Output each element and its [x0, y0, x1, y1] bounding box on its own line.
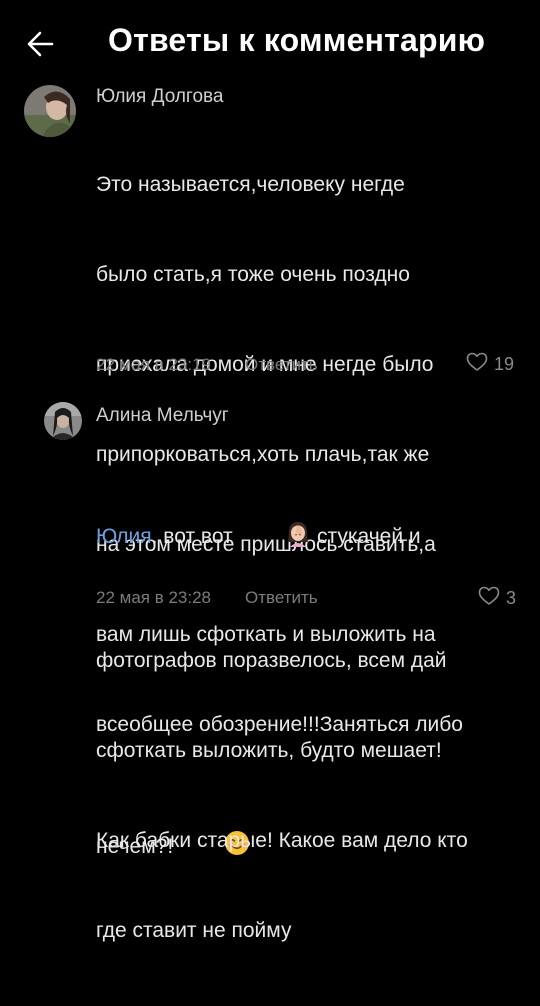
reply-button[interactable]: Ответить: [245, 588, 318, 608]
like-button[interactable]: 3: [478, 586, 517, 611]
comment-text-line-first: Юлия, вот вот стукачей и: [96, 489, 526, 586]
comment-text-line: Как бабки старые! Какое вам дело кто: [96, 829, 468, 852]
comment-author[interactable]: Алина Мельчуг: [96, 405, 229, 427]
heart-icon: [478, 586, 500, 611]
like-count: 3: [506, 587, 517, 608]
woman-facepalming-emoji: [239, 489, 312, 586]
comment-text: Юлия, вот вот стукачей и фотографов пора…: [96, 429, 526, 1006]
comment-text-line: фотографов поразвелось, всем дай: [96, 649, 447, 672]
mention-link[interactable]: Юлия: [96, 525, 152, 548]
comment-date: 22 мая в 23:28: [96, 588, 211, 607]
comment-item: Алина Мельчуг Юлия, вот вот стукачей и ф…: [0, 0, 540, 942]
comment-text-fragment: , вот вот: [151, 525, 239, 549]
comment-text-line: где ставит не пойму: [96, 919, 292, 942]
comment-text-fragment: стукачей и: [311, 525, 421, 549]
comment-text-line: сфоткать выложить, будто мешает!: [96, 739, 442, 762]
avatar[interactable]: [44, 402, 82, 440]
